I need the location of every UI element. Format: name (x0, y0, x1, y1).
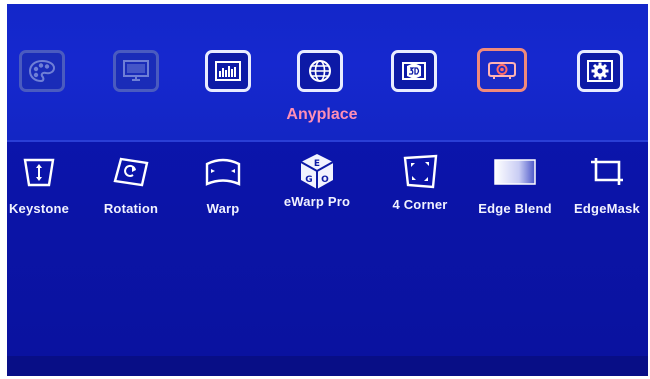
menu-tile-palette[interactable] (19, 50, 65, 92)
3d-icon (402, 62, 426, 80)
sub-item-label: Warp (206, 201, 240, 216)
sub-item-label: Edge Blend (478, 201, 552, 216)
warp-icon (205, 158, 241, 186)
menu-tile-projector[interactable] (477, 48, 527, 92)
sub-item-label: Keystone (8, 201, 70, 216)
monitor-icon (123, 60, 149, 81)
svg-text:G: G (305, 175, 312, 185)
edge-blend-icon (494, 159, 536, 185)
rotation-icon (113, 157, 149, 187)
menu-tile-audio[interactable] (205, 50, 251, 92)
sub-item-label: Rotation (103, 201, 159, 216)
globe-icon (309, 60, 331, 82)
menu-tile-settings[interactable] (577, 50, 623, 92)
edge-mask-icon (591, 158, 623, 185)
sub-item-edge-mask[interactable]: EdgeMask (559, 150, 648, 216)
sub-item-ewarp-pro[interactable]: E G O eWarp Pro (272, 150, 362, 209)
audio-bars-icon (215, 61, 241, 81)
sub-item-label: 4 Corner (392, 197, 448, 212)
sub-item-label: eWarp Pro (283, 194, 351, 209)
four-corner-icon (403, 154, 438, 189)
svg-text:E: E (314, 159, 320, 169)
sub-item-4-corner[interactable]: 4 Corner (375, 150, 465, 212)
gear-icon (587, 60, 613, 82)
projector-icon (488, 62, 516, 79)
bottom-strip (7, 356, 648, 376)
menu-tile-3d[interactable] (391, 50, 437, 92)
sub-item-keystone[interactable]: Keystone (7, 150, 84, 216)
sub-item-label: EdgeMask (574, 201, 640, 216)
keystone-icon (23, 158, 55, 187)
menu-title: Anyplace (286, 106, 358, 123)
sub-item-rotation[interactable]: Rotation (86, 150, 176, 216)
osd-screen: Anyplace Keystone Rotation Warp E G O eW… (7, 4, 648, 376)
divider (7, 140, 648, 142)
menu-tile-monitor[interactable] (113, 50, 159, 92)
palette-icon (28, 59, 56, 83)
svg-text:O: O (321, 175, 329, 185)
ewarp-cube-icon: E G O (300, 154, 334, 189)
sub-item-edge-blend[interactable]: Edge Blend (465, 150, 565, 216)
sub-item-warp[interactable]: Warp (178, 150, 268, 216)
menu-tile-globe[interactable] (297, 50, 343, 92)
